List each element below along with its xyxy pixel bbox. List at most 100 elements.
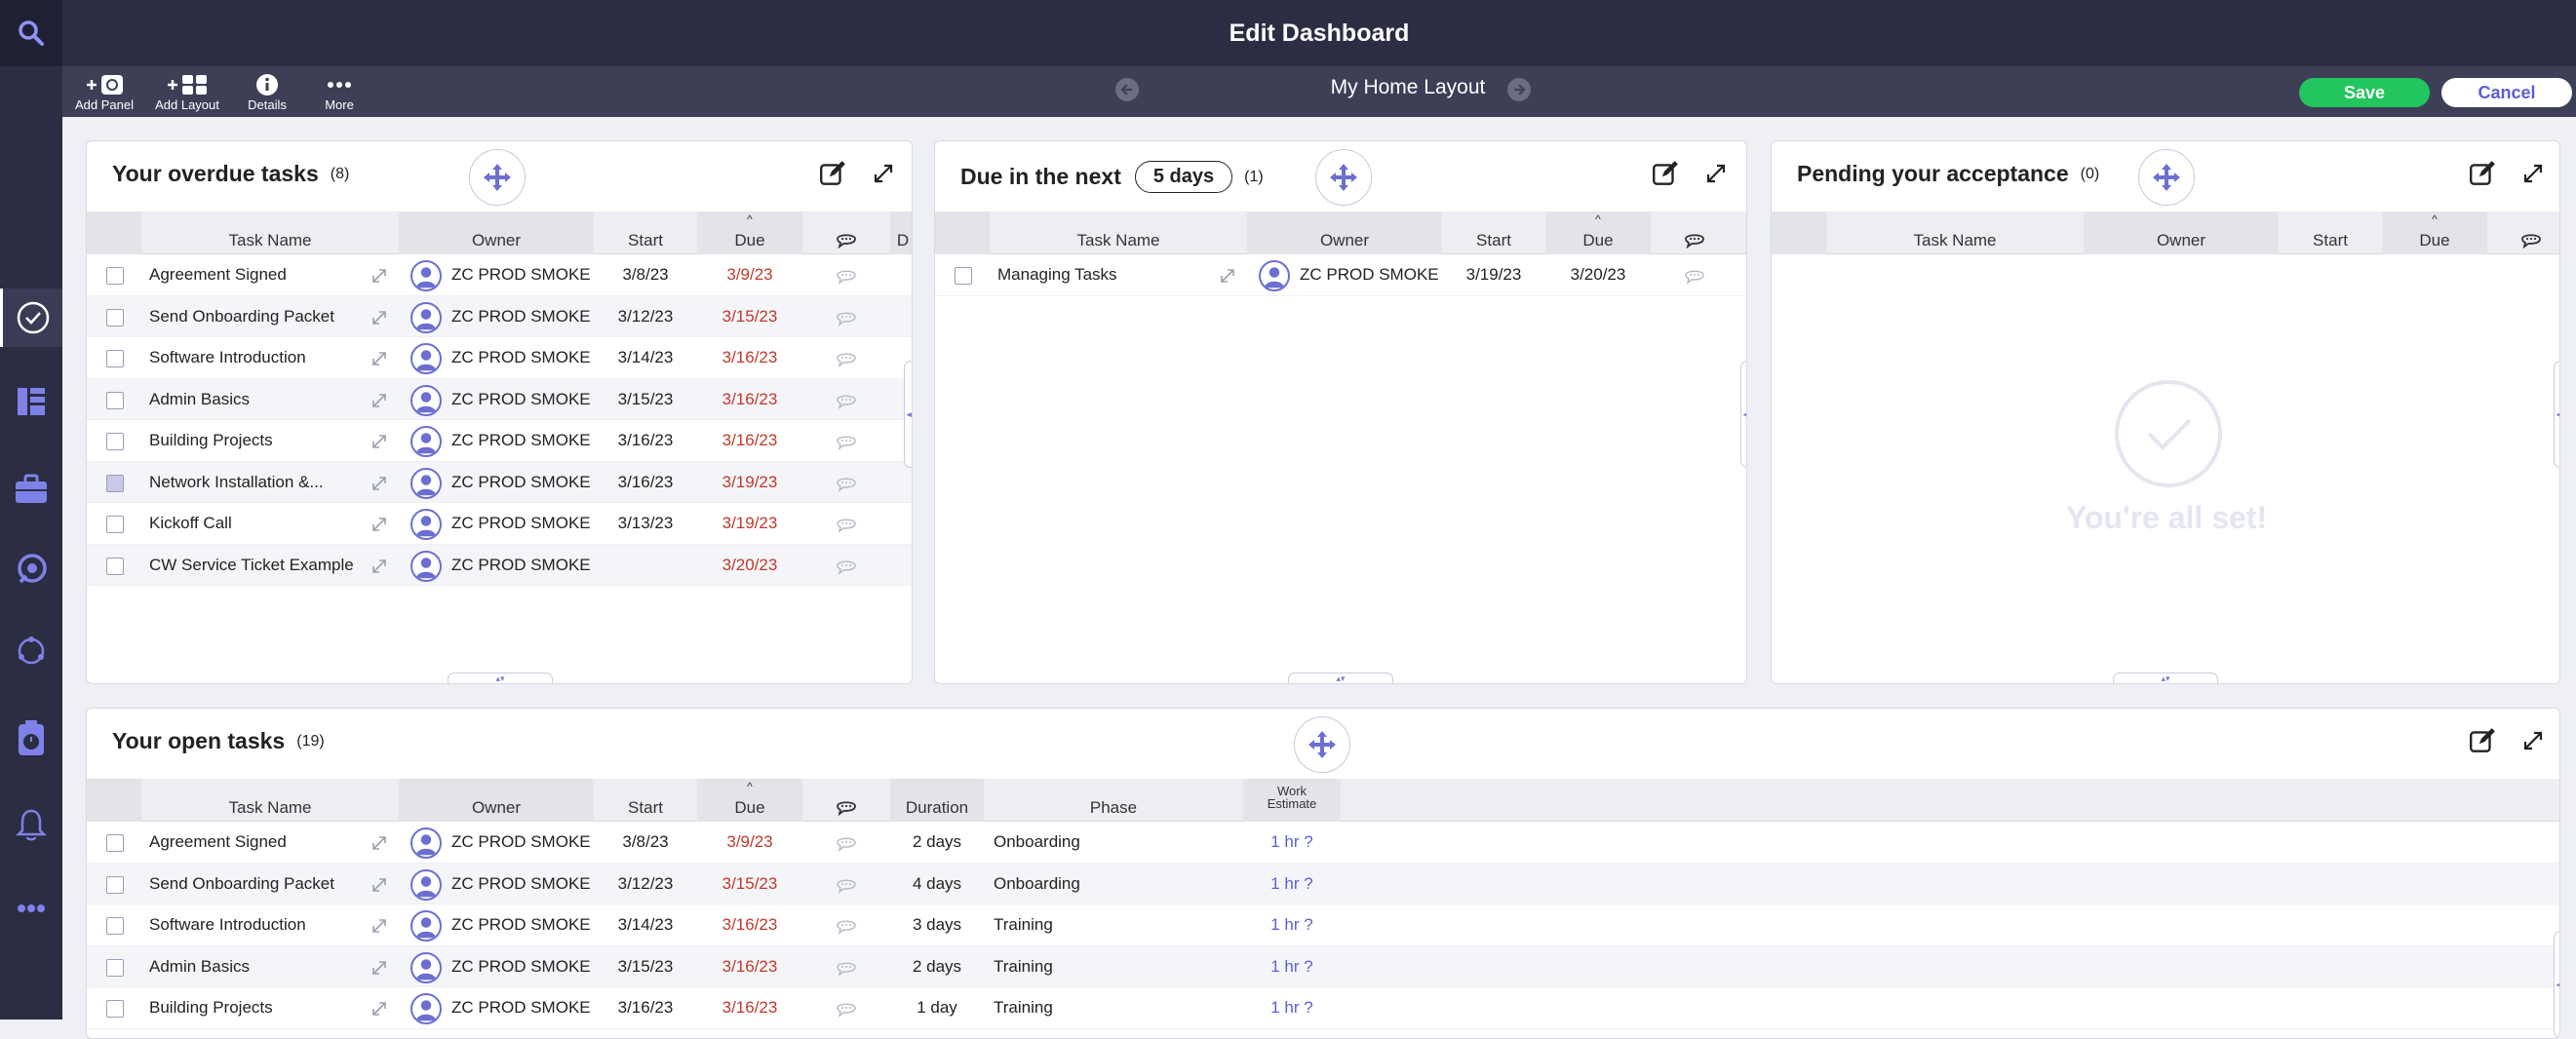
table-row[interactable]: Send Onboarding Packet ZC PROD SMOKE 3/12/… [87,295,912,337]
expand-icon[interactable] [370,875,389,895]
expand-icon[interactable] [370,349,389,368]
resize-handle-right[interactable]: ◂▸ [2554,361,2559,468]
resize-handle-right[interactable]: ◂▸ [904,361,912,468]
cancel-button[interactable]: Cancel [2441,78,2572,107]
task-name[interactable]: Send Onboarding Packet [149,296,364,337]
col-phase[interactable]: Phase [984,779,1243,822]
task-name[interactable]: Admin Basics [149,379,364,420]
details-button[interactable]: Details [236,72,298,112]
col-comments[interactable] [802,212,890,254]
resize-handle-bottom[interactable]: ▴▾ [448,673,553,683]
fullscreen-icon[interactable] [1705,163,1727,189]
comment-icon[interactable] [836,267,857,285]
edit-icon[interactable] [1651,159,1680,193]
comment-icon[interactable] [836,917,857,935]
add-layout-button[interactable]: Add Layout [148,72,226,112]
table-row[interactable]: Managing Tasks ZC PROD SMOKE 3/19/23 3/20/2… [935,254,1746,296]
table-row[interactable]: Software Introduction ZC PROD SMOKE 3/14/2… [87,337,912,379]
col-task-name[interactable]: Task Name [141,779,399,822]
col-owner[interactable]: Owner [1247,212,1442,254]
col-owner[interactable]: Owner [2084,212,2279,254]
row-checkbox[interactable] [106,350,124,367]
resize-handle-bottom[interactable]: ▴▾ [2113,673,2218,683]
days-selector[interactable]: 5 days [1134,161,1233,193]
row-checkbox[interactable] [106,917,124,935]
work-estimate[interactable]: 1 hr ? [1243,904,1341,945]
col-due[interactable]: ^ Due [697,212,802,254]
col-comments[interactable] [2487,212,2560,254]
col-comments[interactable] [802,779,890,822]
row-checkbox[interactable] [106,834,124,852]
more-button[interactable]: More [308,72,371,112]
row-checkbox[interactable] [106,1000,124,1018]
comment-icon[interactable] [1684,267,1705,285]
task-name[interactable]: Send Onboarding Packet [149,864,364,904]
task-name[interactable]: Building Projects [149,420,364,461]
row-checkbox[interactable] [106,474,124,492]
expand-icon[interactable] [370,308,389,327]
fullscreen-icon[interactable] [2522,163,2544,189]
comment-icon[interactable] [836,433,857,450]
comment-icon[interactable] [836,350,857,367]
comment-icon[interactable] [836,834,857,852]
comment-icon[interactable] [836,392,857,409]
bell-icon[interactable] [0,795,62,854]
edit-icon[interactable] [2468,726,2497,760]
expand-icon[interactable] [370,432,389,451]
expand-icon[interactable] [370,958,389,978]
row-checkbox[interactable] [106,433,124,450]
row-checkbox[interactable] [106,308,124,327]
col-start[interactable]: Start [594,212,697,254]
expand-icon[interactable] [370,266,389,286]
task-name[interactable]: Building Projects [149,987,364,1028]
work-estimate[interactable]: 1 hr ? [1243,822,1341,863]
projects-icon[interactable] [0,540,62,598]
fullscreen-icon[interactable] [2522,730,2544,756]
move-icon[interactable] [469,149,526,206]
comment-icon[interactable] [836,558,857,575]
edit-icon[interactable] [2468,159,2497,193]
expand-icon[interactable] [370,515,389,534]
next-layout-arrow-icon[interactable] [1507,78,1531,101]
comment-icon[interactable] [836,1000,857,1018]
expand-icon[interactable] [370,833,389,853]
col-due[interactable]: ^ Due [697,779,802,822]
task-name[interactable]: Kickoff Call [149,503,364,544]
add-panel-button[interactable]: Add Panel [70,72,138,112]
col-owner[interactable]: Owner [399,779,594,822]
col-task-name[interactable]: Task Name [1826,212,2084,254]
col-extra[interactable]: D [890,212,912,254]
work-estimate[interactable]: 1 hr ? [1243,987,1341,1028]
resize-handle-bottom[interactable]: ▴▾ [1288,673,1393,683]
work-estimate[interactable]: 1 hr ? [1243,946,1341,987]
comment-icon[interactable] [836,309,857,327]
table-row[interactable]: Agreement Signed ZC PROD SMOKE 3/8/23 3/9/2… [87,254,912,296]
task-name[interactable]: Network Installation &... [149,462,364,503]
move-icon[interactable] [1294,716,1350,773]
table-row[interactable]: Software Introduction ZC PROD SMOKE 3/14/2… [87,904,2559,946]
expand-icon[interactable] [1218,266,1237,286]
col-task-name[interactable]: Task Name [141,212,399,254]
table-row[interactable]: Send Onboarding Packet ZC PROD SMOKE 3/12/… [87,863,2559,904]
table-row[interactable]: Network Installation &... ZC PROD SMOKE 3/… [87,461,912,503]
briefcase-icon[interactable] [0,460,62,519]
row-checkbox[interactable] [106,557,124,575]
work-estimate[interactable]: 1 hr ? [1243,864,1341,904]
previous-layout-arrow-icon[interactable] [1115,78,1139,101]
dashboard-icon[interactable] [0,372,62,431]
resize-handle-right[interactable]: ◂▸ [1740,361,1746,468]
comment-icon[interactable] [836,876,857,894]
col-owner[interactable]: Owner [399,212,594,254]
expand-icon[interactable] [370,999,389,1019]
table-row[interactable]: Admin Basics ZC PROD SMOKE 3/15/23 3/16/23 2… [87,945,2559,987]
comment-icon[interactable] [836,475,857,492]
move-icon[interactable] [2138,149,2195,206]
col-due[interactable]: ^ Due [2382,212,2487,254]
edit-icon[interactable] [818,159,847,193]
task-name[interactable]: Managing Tasks [997,254,1212,295]
task-name[interactable]: CW Service Ticket Example [149,545,364,586]
col-due[interactable]: ^ Due [1545,212,1651,254]
col-start[interactable]: Start [594,779,697,822]
expand-icon[interactable] [370,557,389,576]
row-checkbox[interactable] [106,875,124,894]
